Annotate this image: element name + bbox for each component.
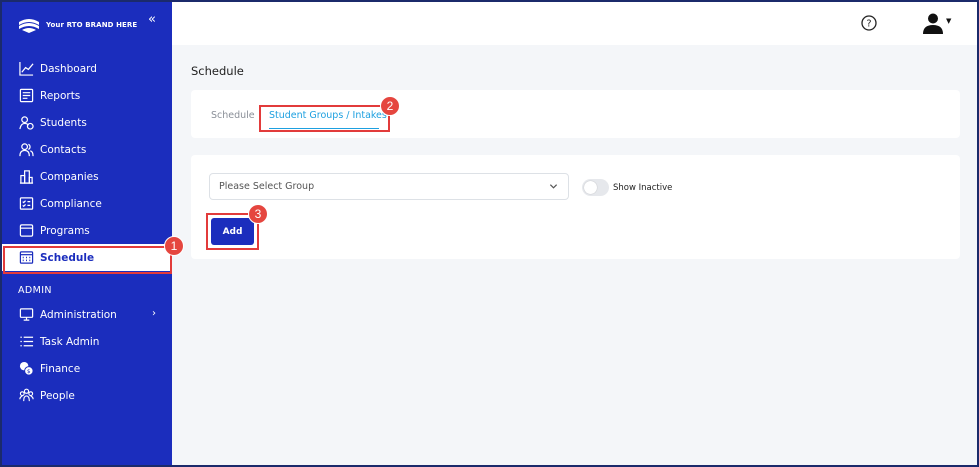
question-circle-icon[interactable]: ?: [861, 15, 877, 31]
app-window: Your RTO BRAND HERE « Dashboard Reports: [0, 0, 979, 467]
user-menu-caret-icon[interactable]: ▼: [946, 17, 951, 25]
sidebar-item-dashboard[interactable]: Dashboard: [2, 55, 172, 82]
sidebar-item-finance[interactable]: $ Finance: [2, 355, 172, 382]
chevron-down-icon: [549, 184, 558, 189]
group-select[interactable]: Please Select Group: [209, 173, 569, 200]
sidebar-item-task-admin[interactable]: Task Admin: [2, 328, 172, 355]
brand[interactable]: Your RTO BRAND HERE: [18, 12, 137, 38]
checklist-icon: [18, 196, 34, 212]
user-icon[interactable]: [922, 12, 944, 34]
sidebar-item-label: Students: [40, 116, 87, 129]
sidebar-item-label: Compliance: [40, 197, 102, 210]
chevron-right-icon: ›: [152, 308, 156, 319]
sidebar-item-label: Administration: [40, 308, 117, 321]
sidebar-item-administration[interactable]: Administration ›: [2, 301, 172, 328]
admin-section-label: ADMIN: [18, 284, 52, 296]
report-icon: [18, 88, 34, 104]
svg-text:$: $: [27, 369, 31, 375]
list-icon: [18, 334, 34, 350]
sidebar-item-label: Companies: [40, 170, 99, 183]
svg-text:?: ?: [866, 19, 871, 30]
toggle-knob: [584, 181, 597, 194]
sidebar-item-companies[interactable]: Companies: [2, 163, 172, 190]
step-badge-3: 3: [248, 204, 268, 224]
sidebar-item-label: Programs: [40, 224, 90, 237]
building-icon: [18, 169, 34, 185]
sidebar-item-students[interactable]: Students: [2, 109, 172, 136]
sidebar-nav: Dashboard Reports Students Contacts Comp…: [2, 55, 172, 409]
highlight-groups-tab: [259, 105, 390, 132]
brand-logo-icon: [19, 19, 39, 33]
group-select-value: Please Select Group: [219, 181, 315, 192]
brand-name: Your RTO BRAND HERE: [46, 21, 138, 29]
chart-line-icon: [18, 61, 34, 77]
collapse-sidebar-icon[interactable]: «: [148, 12, 156, 27]
highlight-schedule-nav: [3, 246, 172, 274]
sidebar-item-label: Dashboard: [40, 62, 97, 75]
show-inactive-toggle[interactable]: [582, 179, 609, 196]
sidebar-item-people[interactable]: People: [2, 382, 172, 409]
sidebar-item-reports[interactable]: Reports: [2, 82, 172, 109]
students-icon: [18, 115, 34, 131]
monitor-icon: [18, 307, 34, 323]
sidebar-item-label: Reports: [40, 89, 81, 102]
sidebar-item-label: Contacts: [40, 143, 87, 156]
sidebar-item-label: Finance: [40, 362, 81, 375]
coins-icon: $: [18, 361, 34, 377]
contacts-icon: [18, 142, 34, 158]
step-badge-1: 1: [164, 236, 184, 256]
sidebar-item-label: People: [40, 389, 75, 402]
groups-panel: Please Select Group Show Inactive Add: [191, 155, 960, 259]
sidebar-item-programs[interactable]: Programs: [2, 217, 172, 244]
page-title: Schedule: [191, 64, 244, 78]
sidebar-item-label: Task Admin: [40, 335, 100, 348]
tab-schedule[interactable]: Schedule: [211, 110, 255, 121]
sidebar-item-compliance[interactable]: Compliance: [2, 190, 172, 217]
sidebar-item-contacts[interactable]: Contacts: [2, 136, 172, 163]
people-icon: [18, 388, 34, 404]
step-badge-2: 2: [380, 96, 400, 116]
sidebar: Your RTO BRAND HERE « Dashboard Reports: [2, 2, 172, 465]
show-inactive-label: Show Inactive: [613, 183, 673, 193]
top-bar: ? ▼: [172, 2, 977, 45]
window-icon: [18, 223, 34, 239]
